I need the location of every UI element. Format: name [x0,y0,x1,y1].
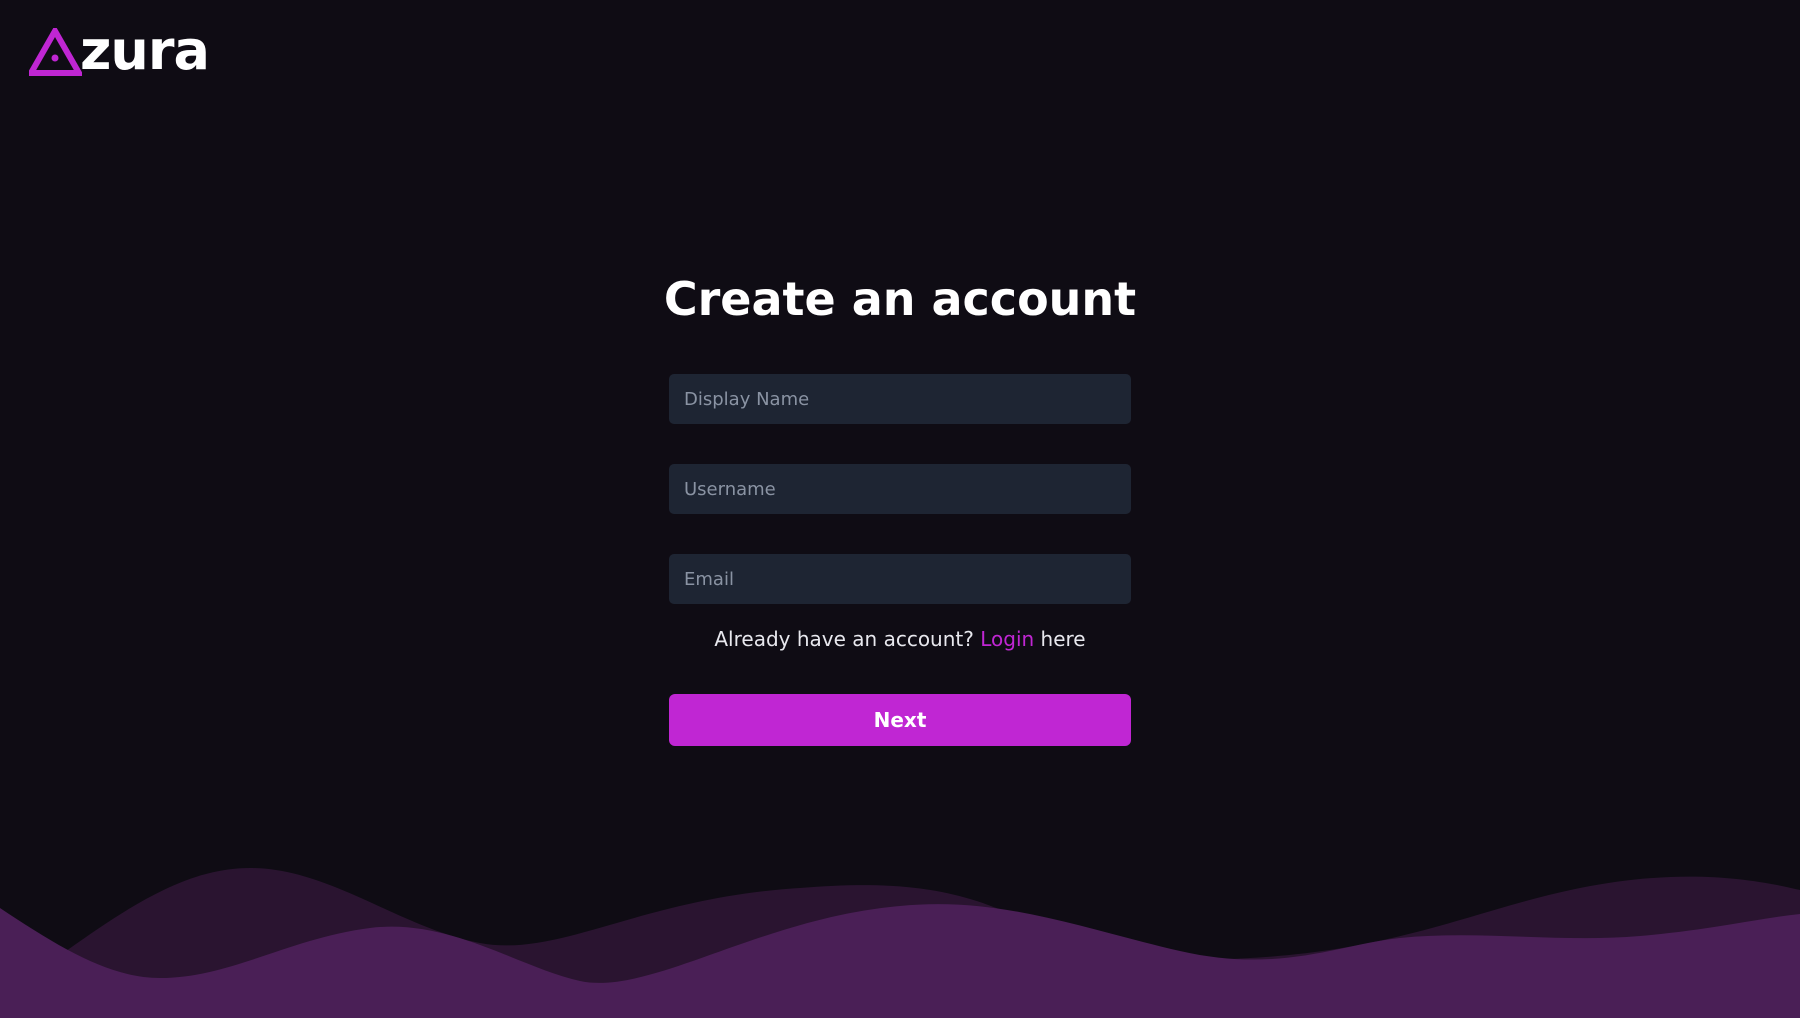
logo: zura [29,19,210,82]
display-name-input[interactable] [669,374,1131,424]
brand-name: zura [80,19,210,82]
login-prompt-suffix: here [1040,627,1086,651]
username-input[interactable] [669,464,1131,514]
background-waves [0,868,1800,1018]
login-link[interactable]: Login [980,627,1034,651]
signup-page: zura Create an account Already have an a… [0,0,1800,1018]
email-input[interactable] [669,554,1131,604]
login-prompt-prefix: Already have an account? [714,627,974,651]
next-button[interactable]: Next [669,694,1131,746]
login-prompt: Already have an account? Login here [609,624,1191,654]
triangle-a-icon [29,28,82,76]
page-title: Create an account [663,272,1137,326]
